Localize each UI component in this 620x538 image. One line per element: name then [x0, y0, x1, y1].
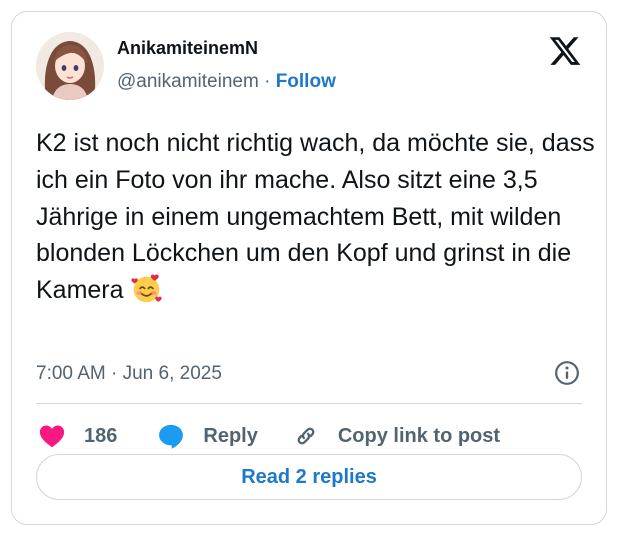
divider — [36, 403, 582, 404]
copy-link-button[interactable]: Copy link to post — [292, 421, 500, 451]
read-replies-label: Read 2 replies — [241, 465, 377, 488]
read-replies-button[interactable]: Read 2 replies — [36, 454, 582, 500]
handle-separator: · — [258, 71, 276, 92]
author-handle-row: @anikamiteinem · Follow — [117, 70, 336, 94]
follow-button[interactable]: Follow — [276, 71, 336, 92]
tweet-card: AnikamiteinemN @anikamiteinem · Follow K… — [11, 11, 607, 525]
reply-label: Reply — [203, 425, 258, 447]
avatar[interactable] — [36, 32, 104, 100]
tweet-timestamp[interactable]: 7:00 AM · Jun 6, 2025 — [36, 362, 222, 386]
likes-count: 186 — [84, 425, 118, 447]
tweet-text: K2 ist noch nicht richtig wach, da möcht… — [36, 125, 596, 309]
x-logo-icon[interactable] — [548, 34, 582, 68]
like-button[interactable]: 186 — [38, 421, 117, 451]
author-display-name[interactable]: AnikamiteinemN — [117, 36, 258, 60]
smiling-face-with-hearts-icon — [130, 274, 162, 303]
copy-link-label: Copy link to post — [337, 425, 501, 447]
reply-button[interactable]: Reply — [157, 421, 258, 451]
link-icon — [297, 427, 315, 445]
info-icon[interactable] — [554, 360, 580, 386]
speech-bubble-icon — [159, 424, 184, 449]
action-bar: 186 Reply Copy link to post — [38, 421, 500, 451]
tweet-body: K2 ist noch nicht richtig wach, da möcht… — [36, 129, 595, 305]
author-handle[interactable]: @anikamiteinem — [117, 71, 259, 92]
heart-icon — [39, 425, 65, 448]
